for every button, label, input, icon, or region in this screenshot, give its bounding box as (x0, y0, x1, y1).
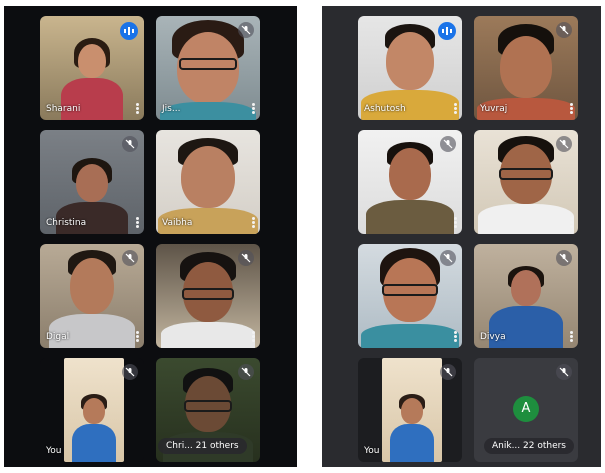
mic-off-icon (238, 22, 254, 38)
more-vert-icon[interactable] (252, 103, 255, 114)
more-vert-icon[interactable] (570, 331, 573, 342)
more-vert-icon[interactable] (454, 103, 457, 114)
more-vert-icon[interactable] (136, 331, 139, 342)
others-tile[interactable]: Chri... 21 others (156, 358, 260, 462)
more-vert-icon[interactable] (570, 217, 573, 228)
participant-name: Vaibha (162, 218, 193, 228)
participant-tile[interactable] (156, 244, 260, 348)
others-count-label: Chri... 21 others (158, 438, 247, 454)
participant-tile[interactable]: Sharani (40, 16, 144, 120)
participant-name: Yuvraj (480, 104, 508, 114)
mic-off-icon (556, 250, 572, 266)
mic-off-icon (556, 22, 572, 38)
others-tile[interactable]: A Anik... 22 others (474, 358, 578, 462)
more-vert-icon[interactable] (136, 217, 139, 228)
more-vert-icon[interactable] (252, 331, 255, 342)
participant-name: Digal (46, 332, 70, 342)
more-vert-icon[interactable] (454, 331, 457, 342)
participant-name: Ashutosh (364, 104, 406, 114)
mic-off-icon (122, 250, 138, 266)
participant-name: You (364, 446, 380, 456)
participant-tile[interactable]: Digal (40, 244, 144, 348)
more-vert-icon[interactable] (570, 103, 573, 114)
participant-tile[interactable]: Christina (40, 130, 144, 234)
mic-off-icon (238, 250, 254, 266)
participant-tile[interactable]: Jis... (156, 16, 260, 120)
meeting-screen-left: Sharani Jis... Christina Vaibha Digal Yo… (4, 6, 297, 467)
participant-tile[interactable]: Ashutosh (358, 16, 462, 120)
meeting-screen-right: Ashutosh Yuvraj Divya You A Anik... 22 o… (322, 6, 601, 467)
participant-tile[interactable]: Vaibha (156, 130, 260, 234)
self-tile[interactable]: You (358, 358, 462, 462)
participant-tile[interactable]: Divya (474, 244, 578, 348)
participant-name: Jis... (162, 104, 181, 114)
speaking-indicator-icon (438, 22, 456, 40)
mic-off-icon (440, 364, 456, 380)
participant-tile[interactable] (358, 244, 462, 348)
more-vert-icon[interactable] (136, 103, 139, 114)
participant-name: Sharani (46, 104, 81, 114)
more-vert-icon[interactable] (252, 217, 255, 228)
mic-off-icon (440, 250, 456, 266)
self-tile[interactable]: You (40, 358, 144, 462)
mic-off-icon (556, 136, 572, 152)
others-count-label: Anik... 22 others (484, 438, 574, 454)
participant-tile[interactable]: Yuvraj (474, 16, 578, 120)
mic-off-icon (556, 364, 572, 380)
more-vert-icon[interactable] (454, 217, 457, 228)
mic-off-icon (238, 364, 254, 380)
participant-name: You (46, 446, 62, 456)
mic-off-icon (440, 136, 456, 152)
mic-off-icon (122, 364, 138, 380)
speaking-indicator-icon (120, 22, 138, 40)
avatar: A (513, 396, 539, 422)
participant-tile[interactable] (358, 130, 462, 234)
participant-name: Christina (46, 218, 87, 228)
participant-tile[interactable] (474, 130, 578, 234)
participant-name: Divya (480, 332, 506, 342)
mic-off-icon (122, 136, 138, 152)
